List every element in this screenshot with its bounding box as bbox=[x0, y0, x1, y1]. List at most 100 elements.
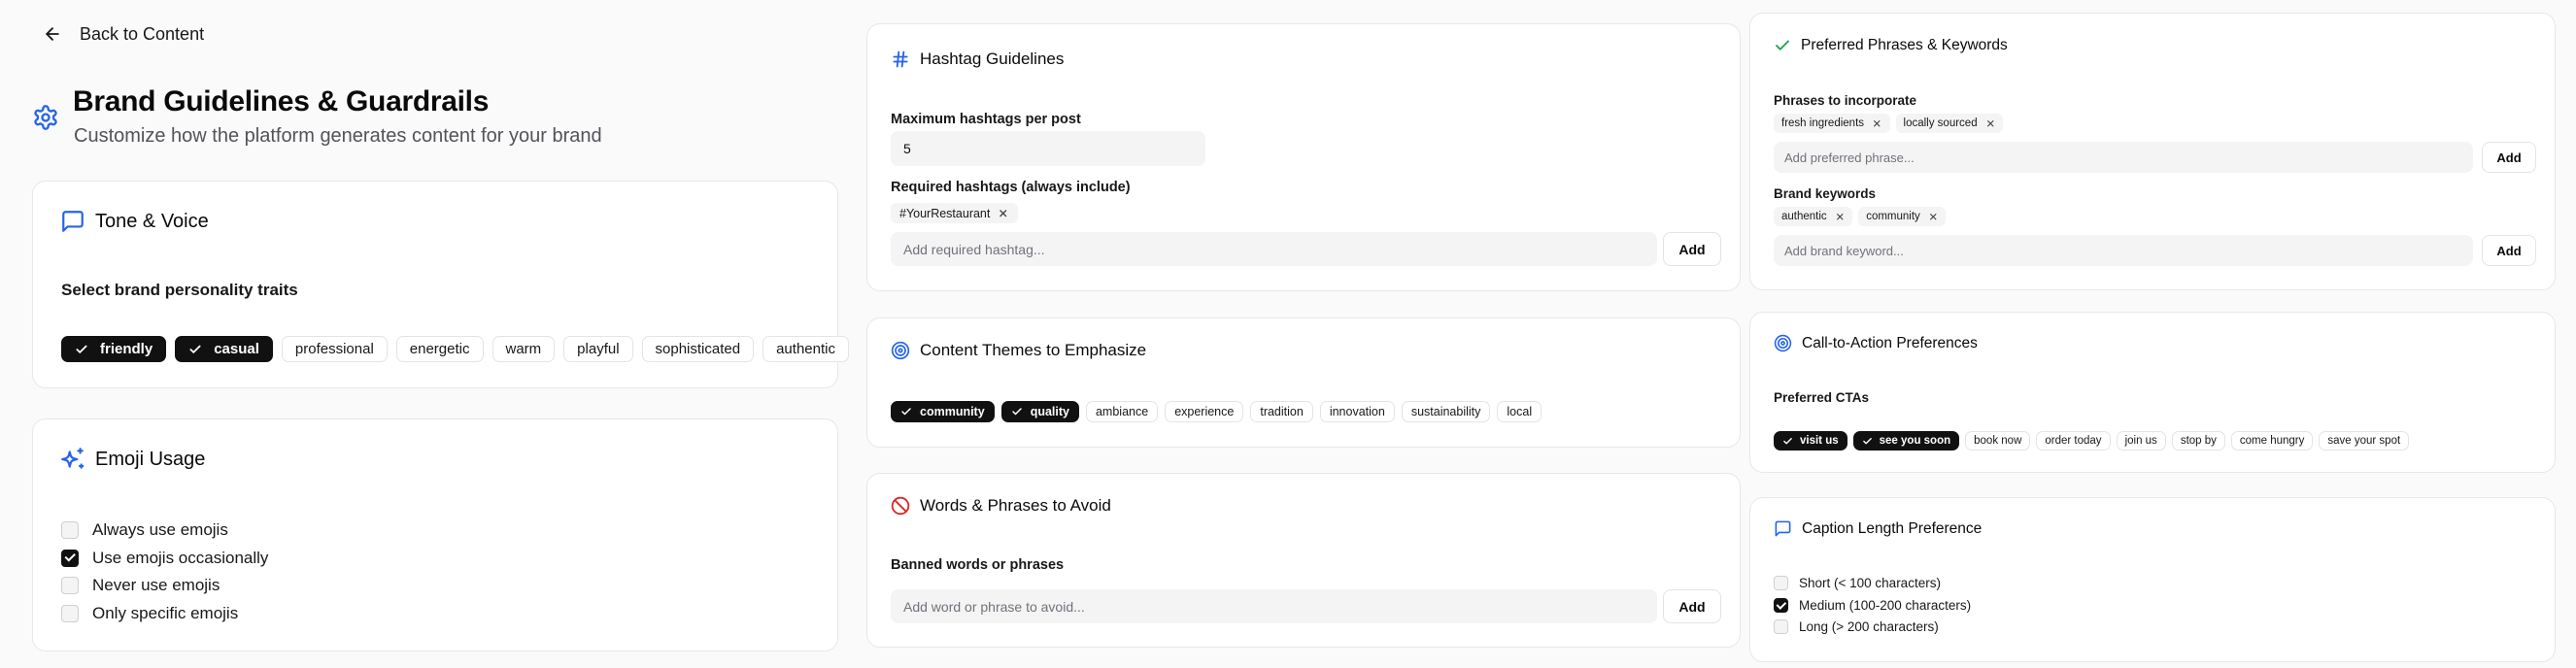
cta-chip[interactable]: visit us bbox=[1774, 431, 1847, 451]
back-label: Back to Content bbox=[80, 23, 205, 44]
phrase-tag: locally sourced bbox=[1895, 114, 2004, 133]
trait-chip-label: casual bbox=[214, 341, 259, 357]
trait-chip[interactable]: authentic bbox=[763, 336, 849, 362]
theme-chip[interactable]: experience bbox=[1165, 401, 1244, 422]
emoji-checkbox[interactable] bbox=[61, 577, 79, 594]
emoji-checkbox[interactable] bbox=[61, 521, 79, 539]
trait-chip[interactable]: energetic bbox=[395, 336, 484, 362]
theme-chip[interactable]: sustainability bbox=[1401, 401, 1491, 422]
brand-keyword-input[interactable]: Add brand keyword... bbox=[1774, 235, 2473, 266]
caption-option[interactable]: Short (< 100 characters) bbox=[1774, 576, 1941, 590]
trait-chip[interactable]: professional bbox=[281, 336, 388, 362]
theme-chip[interactable]: community bbox=[891, 401, 995, 422]
phrase-tag-label: fresh ingredients bbox=[1781, 117, 1865, 129]
theme-chip[interactable]: tradition bbox=[1250, 401, 1313, 422]
banned-words-label: Banned words or phrases bbox=[891, 557, 1065, 573]
banned-word-input[interactable]: Add word or phrase to avoid... bbox=[891, 589, 1657, 623]
cta-target-icon bbox=[1774, 334, 1792, 352]
caption-message-icon bbox=[1774, 519, 1792, 538]
caption-option[interactable]: Medium (100-200 characters) bbox=[1774, 597, 1972, 613]
remove-x-icon[interactable] bbox=[1835, 212, 1846, 222]
emoji-title: Emoji Usage bbox=[95, 448, 206, 470]
keyword-placeholder: Add brand keyword... bbox=[1784, 243, 1904, 258]
caption-option-label: Short (< 100 characters) bbox=[1799, 576, 1941, 590]
theme-chip-label: innovation bbox=[1329, 405, 1385, 418]
keyword-tag-label: community bbox=[1866, 211, 1920, 222]
emoji-option[interactable]: Use emojis occasionally bbox=[61, 549, 268, 568]
emoji-option[interactable]: Always use emojis bbox=[61, 520, 228, 540]
caption-option-label: Medium (100-200 characters) bbox=[1799, 597, 1972, 613]
cta-chip[interactable]: join us bbox=[2116, 431, 2166, 451]
emoji-checkbox[interactable] bbox=[61, 549, 79, 567]
phrase-tag-label: locally sourced bbox=[1903, 117, 1978, 129]
preferred-phrase-input[interactable]: Add preferred phrase... bbox=[1774, 142, 2473, 173]
emoji-checkbox[interactable] bbox=[61, 604, 79, 622]
required-hashtag-input[interactable]: Add required hashtag... bbox=[891, 232, 1657, 266]
emoji-option-label: Use emojis occasionally bbox=[92, 548, 269, 567]
theme-chip[interactable]: quality bbox=[1000, 401, 1079, 422]
remove-x-icon[interactable] bbox=[1928, 212, 1939, 222]
cta-chip[interactable]: book now bbox=[1965, 431, 2031, 451]
arrow-left-icon bbox=[43, 24, 62, 44]
cta-chip[interactable]: order today bbox=[2036, 431, 2111, 451]
cta-chip[interactable]: save your spot bbox=[2319, 431, 2410, 451]
check-icon bbox=[188, 343, 202, 356]
theme-chip-label: sustainability bbox=[1410, 405, 1481, 418]
theme-chip-label: tradition bbox=[1260, 405, 1304, 418]
tone-label: Select brand personality traits bbox=[61, 281, 298, 299]
preferred-phrases-card: Preferred Phrases & Keywords Phrases to … bbox=[1749, 13, 2556, 290]
theme-chip[interactable]: ambiance bbox=[1085, 401, 1159, 422]
remove-x-icon[interactable] bbox=[998, 208, 1009, 219]
caption-checkbox[interactable] bbox=[1774, 619, 1788, 634]
theme-chip-label: community bbox=[920, 405, 985, 418]
check-icon bbox=[75, 343, 88, 356]
trait-chip-label: authentic bbox=[776, 341, 835, 357]
hashtag-title: Hashtag Guidelines bbox=[920, 50, 1065, 68]
trait-chip-label: friendly bbox=[100, 341, 153, 357]
theme-chip-label: quality bbox=[1030, 405, 1069, 418]
emoji-option[interactable]: Only specific emojis bbox=[61, 604, 238, 623]
caption-option[interactable]: Long (> 200 characters) bbox=[1774, 619, 1939, 634]
cta-chip[interactable]: come hungry bbox=[2230, 431, 2314, 451]
remove-x-icon[interactable] bbox=[1985, 118, 1996, 129]
add-banned-label: Add bbox=[1678, 598, 1706, 615]
trait-chip[interactable]: casual bbox=[175, 336, 273, 362]
theme-chip[interactable]: innovation bbox=[1319, 401, 1395, 422]
add-keyword-button[interactable]: Add bbox=[2482, 235, 2536, 266]
cta-chip[interactable]: stop by bbox=[2171, 431, 2225, 451]
phrase-tag: fresh ingredients bbox=[1774, 114, 1890, 133]
ban-icon bbox=[891, 496, 910, 516]
add-banned-word-button[interactable]: Add bbox=[1663, 589, 1721, 623]
check-icon bbox=[1862, 436, 1873, 447]
cta-chip-label: join us bbox=[2124, 435, 2157, 447]
phrase-tag-list: fresh ingredients locally sourced bbox=[1774, 114, 2004, 133]
keyword-tag: authentic bbox=[1774, 207, 1853, 226]
back-to-content-link[interactable]: Back to Content bbox=[43, 19, 204, 49]
caption-checkbox[interactable] bbox=[1774, 576, 1788, 590]
check-icon bbox=[1782, 436, 1793, 447]
caption-checkbox[interactable] bbox=[1774, 597, 1788, 613]
trait-chip[interactable]: warm bbox=[491, 336, 556, 362]
caption-option-label: Long (> 200 characters) bbox=[1799, 619, 1939, 634]
sparkles-icon bbox=[60, 447, 85, 472]
cta-chip[interactable]: see you soon bbox=[1852, 431, 1960, 451]
remove-x-icon[interactable] bbox=[1872, 118, 1882, 129]
trait-chip[interactable]: playful bbox=[563, 336, 633, 362]
emoji-option-label: Only specific emojis bbox=[92, 603, 239, 622]
theme-chip[interactable]: local bbox=[1497, 401, 1542, 422]
add-hashtag-button[interactable]: Add bbox=[1663, 232, 1721, 266]
phrases-label: Phrases to incorporate bbox=[1774, 93, 1917, 108]
target-icon bbox=[891, 341, 910, 360]
trait-chip[interactable]: sophisticated bbox=[641, 336, 755, 362]
add-phrase-button[interactable]: Add bbox=[2482, 142, 2536, 173]
keyword-tag-list: authentic community bbox=[1774, 207, 1947, 226]
message-square-icon bbox=[60, 209, 85, 234]
emoji-option[interactable]: Never use emojis bbox=[61, 576, 220, 595]
emoji-option-label: Always use emojis bbox=[92, 520, 228, 539]
emoji-option-label: Never use emojis bbox=[92, 576, 220, 594]
cta-chip-label: come hungry bbox=[2239, 435, 2305, 447]
hashtag-tag: #YourRestaurant bbox=[891, 203, 1018, 223]
max-hashtags-input[interactable]: 5 bbox=[891, 131, 1205, 166]
tone-voice-card: Tone & Voice Select brand personality tr… bbox=[32, 181, 849, 388]
trait-chip[interactable]: friendly bbox=[61, 336, 167, 362]
